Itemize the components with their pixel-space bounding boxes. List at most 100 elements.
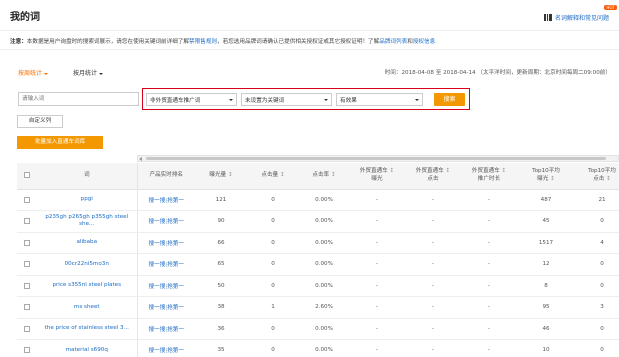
row-checkbox[interactable] xyxy=(24,196,30,203)
p4p-impressions-cell: - xyxy=(349,296,405,319)
grab-first-link[interactable]: 抢第一 xyxy=(167,305,184,311)
impressions-cell: 121 xyxy=(195,189,247,211)
row-select-cell xyxy=(17,318,37,340)
grab-first-link[interactable]: 抢第一 xyxy=(167,327,184,333)
grab-first-link[interactable]: 抢第一 xyxy=(167,198,184,204)
scrollbar-thumb[interactable] xyxy=(146,157,606,160)
p4p-clicks-cell: - xyxy=(405,232,461,254)
col-ctr[interactable]: 点击率 ↕ xyxy=(299,163,349,190)
batch-add-p4p-button[interactable]: 批量加入直通车词库 xyxy=(17,136,103,149)
keyword-cell[interactable]: the price of stainless steel 3... xyxy=(37,318,137,340)
p4p-time-cell: - xyxy=(461,275,517,297)
p4p-clicks-cell: - xyxy=(405,318,461,340)
tab-weekly[interactable]: 按周统计 xyxy=(18,68,49,77)
col-p4p-time-line2: 推广时长 xyxy=(477,175,501,182)
grab-first-link[interactable]: 抢第一 xyxy=(167,219,184,225)
p4p-clicks-cell: - xyxy=(405,210,461,233)
col-clicks[interactable]: 点击量 ↕ xyxy=(247,163,299,190)
ctr-cell: 0.00% xyxy=(299,339,349,357)
notice-text-1: 本数据是用户询盘时的搜索词展示，请您在使用关键词前详细了解 xyxy=(26,39,190,45)
search-view-link[interactable]: 搜一搜 xyxy=(149,284,166,290)
col-top10-impressions[interactable]: Top10平均 曝光 ↕ xyxy=(517,163,575,190)
sort-icon: ↕ xyxy=(279,171,285,178)
top10-clicks-cell: 0 xyxy=(575,339,619,357)
row-select-cell xyxy=(17,253,37,276)
p4p-time-cell: - xyxy=(461,189,517,211)
search-view-link[interactable]: 搜一搜 xyxy=(149,327,166,333)
col-top10-impressions-line1: Top10平均 xyxy=(532,168,560,175)
col-p4p-clicks[interactable]: 外贸直通车 ↕ 点击 xyxy=(405,163,461,190)
col-p4p-clicks-line1: 外贸直通车 xyxy=(415,168,444,175)
p4p-clicks-cell: - xyxy=(405,339,461,357)
grab-first-link[interactable]: 抢第一 xyxy=(167,262,184,268)
keyword-cell[interactable]: p235gh p265gh p355gh steel she... xyxy=(37,210,137,233)
keyword-cell[interactable]: 00cr22ni5mo3n xyxy=(37,253,137,276)
effect-select[interactable]: 有效果 xyxy=(336,93,423,106)
col-keyword: 词 xyxy=(37,163,137,190)
p4p-impressions-cell: - xyxy=(349,189,405,211)
help-link[interactable]: 名词解释和常见问题 xyxy=(543,13,609,22)
clicks-cell: 1 xyxy=(247,296,299,319)
keyword-cell[interactable]: price s355nl steel plates xyxy=(37,275,137,297)
top10-clicks-cell: 21 xyxy=(575,189,619,211)
horizontal-scrollbar[interactable] xyxy=(137,155,619,162)
clicks-cell: 0 xyxy=(247,210,299,233)
search-view-link[interactable]: 搜一搜 xyxy=(149,219,166,225)
grab-first-link[interactable]: 抢第一 xyxy=(167,348,184,354)
col-p4p-impressions[interactable]: 外贸直通车 ↕ 曝光 xyxy=(349,163,405,190)
keyword-cell[interactable]: material s690q xyxy=(37,339,137,357)
keyword-search-input[interactable] xyxy=(18,92,139,106)
ctr-cell: 0.00% xyxy=(299,210,349,233)
prohibited-rules-link[interactable]: 禁限售规则 xyxy=(189,39,217,45)
notice-bar: 注意：本数据是用户询盘时的搜索词展示，请您在使用关键词前详细了解禁限售规则，若您… xyxy=(0,30,619,50)
search-view-link[interactable]: 搜一搜 xyxy=(149,198,166,204)
row-checkbox[interactable] xyxy=(24,282,30,289)
keyword-cell[interactable]: alibaba xyxy=(37,232,137,254)
chevron-down-icon xyxy=(44,72,49,75)
grab-first-link[interactable]: 抢第一 xyxy=(167,284,184,290)
search-view-link[interactable]: 搜一搜 xyxy=(149,305,166,311)
brand-list-link[interactable]: 品牌词列表 xyxy=(379,39,407,45)
row-select-cell xyxy=(17,275,37,297)
search-button[interactable]: 搜索 xyxy=(434,93,465,106)
col-top10-clicks[interactable]: Top10平均 点击 ↕ xyxy=(575,163,619,190)
table-row: p235gh p265gh p355gh steel she... 搜一搜|抢第一… xyxy=(17,210,619,233)
rank-cell: 搜一搜|抢第一 xyxy=(136,189,195,211)
col-top10-clicks-line1: Top10平均 xyxy=(588,168,616,175)
row-checkbox[interactable] xyxy=(24,218,30,224)
ctr-cell: 0.00% xyxy=(299,318,349,340)
custom-columns-button[interactable]: 自定义列 xyxy=(17,115,63,128)
row-checkbox[interactable] xyxy=(24,347,30,353)
top10-clicks-cell: 0 xyxy=(575,210,619,233)
row-checkbox[interactable] xyxy=(24,239,30,246)
chevron-down-icon xyxy=(324,99,328,101)
keyword-cell[interactable]: ppgi xyxy=(37,189,137,211)
search-view-link[interactable]: 搜一搜 xyxy=(149,348,166,354)
top10-clicks-cell: 3 xyxy=(575,296,619,319)
search-view-link[interactable]: 搜一搜 xyxy=(149,262,166,268)
hot-badge: HOT xyxy=(604,5,617,10)
rank-cell: 搜一搜|抢第一 xyxy=(136,210,195,233)
col-p4p-time[interactable]: 外贸直通车 ↕ 推广时长 xyxy=(461,163,517,190)
row-checkbox[interactable] xyxy=(24,261,30,267)
keyword-setting-select[interactable]: 未设置为关键词 xyxy=(241,93,332,106)
authorization-link[interactable]: 授权信息 xyxy=(413,39,435,45)
row-select-cell xyxy=(17,232,37,254)
row-select-cell xyxy=(17,339,37,357)
row-select-cell xyxy=(17,189,37,211)
col-ctr-label: 点击率 xyxy=(312,171,330,178)
grab-first-link[interactable]: 抢第一 xyxy=(167,241,184,247)
search-view-link[interactable]: 搜一搜 xyxy=(149,241,166,247)
scroll-left-arrow-icon[interactable] xyxy=(139,157,142,161)
tab-monthly[interactable]: 按月统计 xyxy=(73,68,104,77)
keyword-cell[interactable]: ms sheet xyxy=(37,296,137,319)
col-p4p-impressions-line2: 曝光 xyxy=(371,175,383,182)
select-all-checkbox[interactable] xyxy=(24,171,30,178)
p4p-status-select[interactable]: 非外贸直通车推广词 xyxy=(146,93,237,106)
impressions-cell: 38 xyxy=(195,296,247,319)
col-impressions[interactable]: 曝光量 ↕ xyxy=(195,163,247,190)
page-title: 我的词 xyxy=(10,12,40,23)
row-checkbox[interactable] xyxy=(24,325,30,332)
row-checkbox[interactable] xyxy=(24,304,30,310)
impressions-cell: 66 xyxy=(195,232,247,254)
